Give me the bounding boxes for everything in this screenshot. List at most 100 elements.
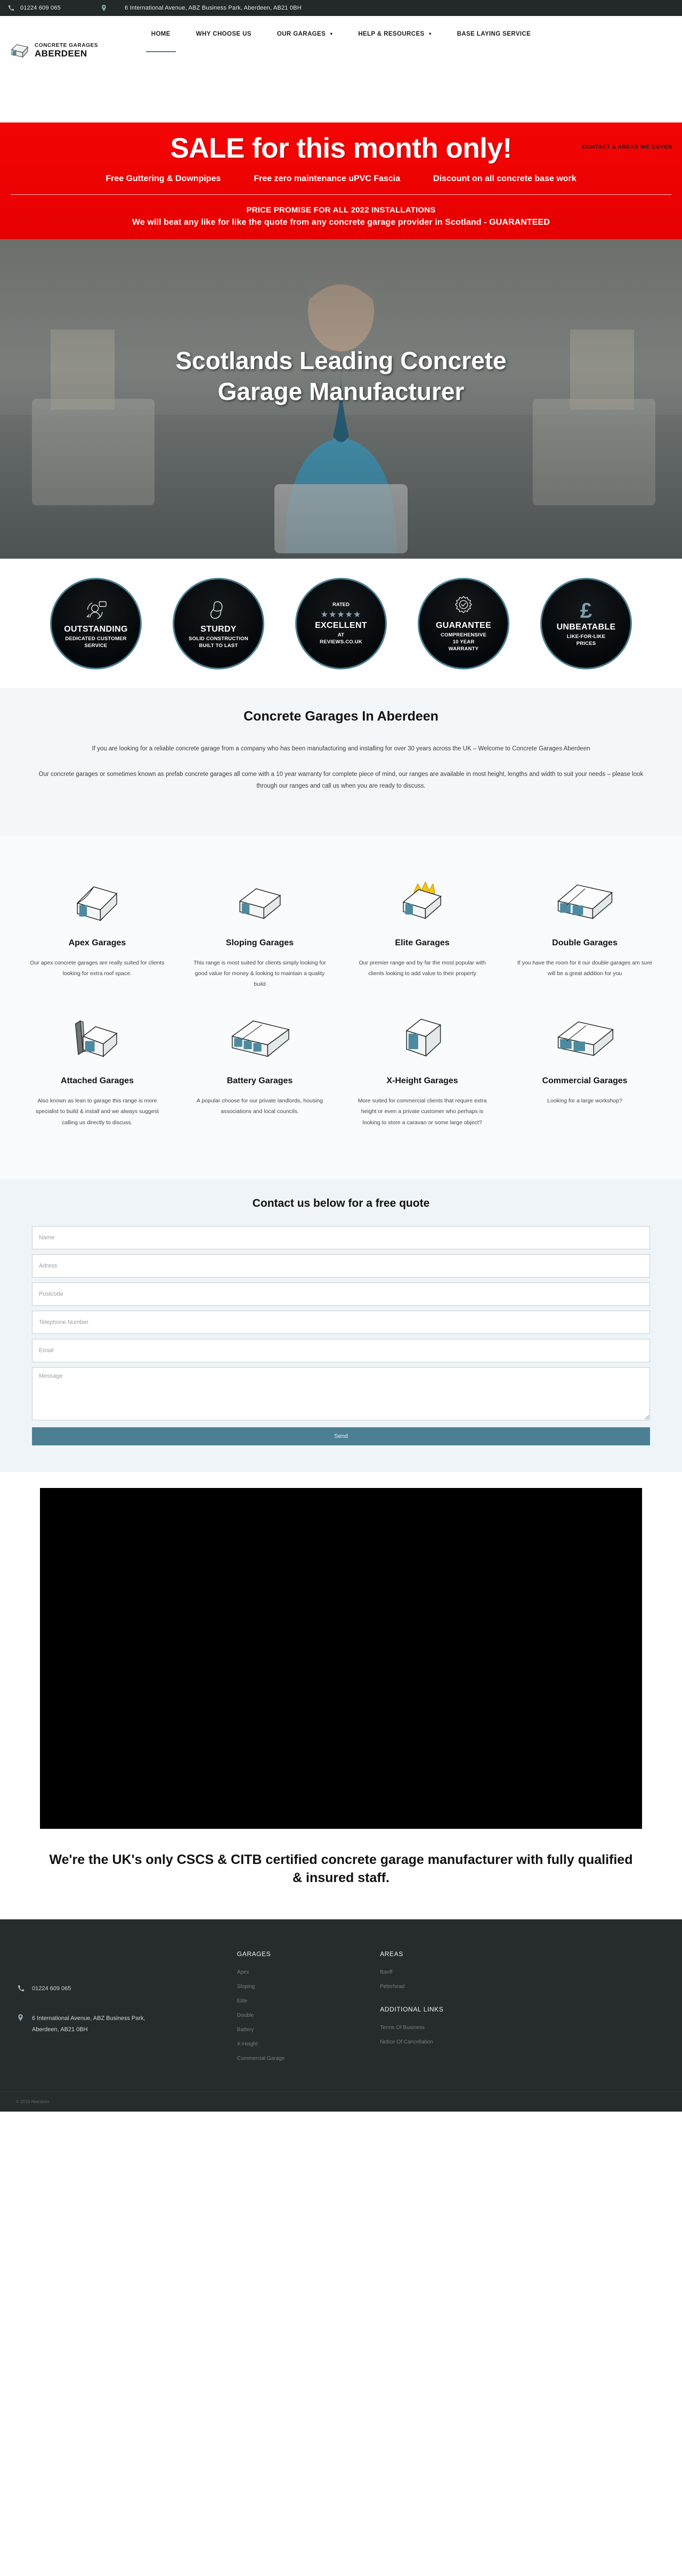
chevron-down-icon: ▾ (330, 31, 333, 37)
badge-sub-line: LIKE-FOR-LIKE (566, 633, 606, 640)
site-footer: 01224 609 065 6 International Avenue, AB… (0, 1919, 682, 2112)
telephone-field[interactable] (32, 1311, 650, 1335)
garage-title: X-Height Garages (386, 1076, 458, 1085)
garage-card-apex[interactable]: Apex Garages Our apex concrete garages a… (16, 873, 178, 1011)
footer-link-peterhead[interactable]: Peterhead (380, 1984, 523, 1990)
badge-sub-line: COMPREHENSIVE (440, 632, 486, 639)
badge-sub-line: REVIEWS.CO.UK (320, 639, 362, 645)
garage-description: A popular choose for our private landlor… (197, 1097, 323, 1115)
garage-card-attached[interactable]: Attached Garages Also known as lean to g… (16, 1011, 178, 1149)
badge-excellent: RATED ★★★★★ EXCELLENT AT REVIEWS.CO.UK (295, 578, 387, 669)
footer-link-double[interactable]: Double (237, 2013, 380, 2018)
nav-label: HOME (151, 31, 170, 37)
garage-card-xheight[interactable]: X-Height Garages More suited for commerc… (341, 1011, 504, 1149)
phone-icon (7, 5, 15, 11)
badge-title: STURDY (200, 624, 237, 634)
footer-link-elite[interactable]: Elite (237, 1998, 380, 2004)
badge-subtitle: SOLID CONSTRUCTION BUILT TO LAST (189, 636, 248, 650)
footer-link-banff[interactable]: Banff (380, 1969, 523, 1975)
main-navigation: HOME WHY CHOOSE US OUR GARAGES ▾ HELP & … (0, 16, 682, 52)
price-promise-title: PRICE PROMISE FOR ALL 2022 INSTALLATIONS (246, 206, 436, 215)
top-contact-bar: 01224 609 065 6 International Avenue, AB… (0, 0, 682, 16)
logo-line1: CONCRETE GARAGES (35, 43, 99, 48)
garage-ranges-grid: Apex Garages Our apex concrete garages a… (0, 836, 682, 1180)
video-section: We're the UK's only CSCS & CITB certifie… (0, 1472, 682, 1919)
nav-item-our-garages[interactable]: OUR GARAGES ▾ (276, 28, 334, 40)
footer-phone: 01224 609 065 (32, 1985, 71, 1992)
nav-label: WHY CHOOSE US (196, 31, 251, 37)
email-field[interactable] (32, 1339, 650, 1363)
footer-link-terms[interactable]: Terms Of Business (380, 2025, 523, 2031)
customer-service-icon (84, 598, 108, 623)
site-logo[interactable]: CONCRETE GARAGES ABERDEEN (10, 43, 98, 59)
badge-sub-line: AT (337, 632, 345, 638)
logo-line2: ABERDEEN (35, 48, 87, 59)
address-field[interactable] (32, 1254, 650, 1278)
hero-section: Scotlands Leading Concrete Garage Manufa… (0, 239, 682, 559)
garage-title: Elite Garages (395, 938, 450, 947)
garage-card-commercial[interactable]: Commercial Garages Looking for a large w… (504, 1011, 666, 1149)
xheight-garage-icon (353, 1011, 492, 1065)
badge-subtitle: DEDICATED CUSTOMER SERVICE (65, 636, 126, 650)
badge-sub-line: BUILT TO LAST (199, 642, 238, 649)
map-pin-icon (100, 5, 108, 11)
nav-label: BASE LAYING SERVICE (457, 31, 531, 37)
footer-areas-title: AREAS (380, 1950, 403, 1958)
footer-link-commercial[interactable]: Commercial Garage (237, 2056, 380, 2062)
topbar-phone[interactable]: 01224 609 065 (20, 5, 61, 11)
nav-item-base-laying-service[interactable]: BASE LAYING SERVICE (456, 28, 532, 40)
garage-card-battery[interactable]: Battery Garages A popular choose for our… (178, 1011, 341, 1149)
pound-icon: £ (580, 599, 592, 623)
hero-heading-line2: Garage Manufacturer (217, 377, 465, 405)
chevron-down-icon: ▾ (429, 31, 432, 37)
elite-garage-icon (353, 873, 492, 927)
attached-garage-icon (28, 1011, 167, 1065)
badge-sub-line: 10 YEAR (452, 639, 475, 645)
garage-card-elite[interactable]: Elite Garages Our premier range and by f… (341, 873, 504, 1011)
footer-additional-title: ADDITIONAL LINKS (380, 2005, 444, 2013)
footer-phone-row[interactable]: 01224 609 065 (18, 1983, 237, 1995)
footer-contact-column: 01224 609 065 6 International Avenue, AB… (16, 1950, 237, 2070)
send-button[interactable]: Send (32, 1427, 650, 1446)
nav-item-contact-areas[interactable]: CONTACT & AREAS WE COVER (582, 144, 672, 150)
badge-guarantee: GUARANTEE COMPREHENSIVE 10 YEAR WARRANTY (418, 578, 509, 669)
badge-sub-line: DEDICATED CUSTOMER (65, 635, 127, 642)
copyright-text: © 2019 Aberdeen (0, 2091, 682, 2112)
badge-title: EXCELLENT (315, 620, 367, 630)
nav-item-help-resources[interactable]: HELP & RESOURCES ▾ (357, 28, 432, 40)
garage-title: Attached Garages (61, 1076, 134, 1085)
badge-title: OUTSTANDING (64, 624, 128, 634)
garage-card-sloping[interactable]: Sloping Garages This range is most suite… (178, 873, 341, 1011)
cscs-citb-heading: We're the UK's only CSCS & CITB certifie… (49, 1852, 633, 1886)
sale-divider (11, 194, 671, 195)
nav-label: HELP & RESOURCES (358, 31, 425, 37)
name-field[interactable] (32, 1226, 650, 1250)
garage-title: Apex Garages (68, 938, 126, 947)
page-title: Concrete Garages In Aberdeen (243, 709, 439, 724)
guarantee-seal-icon (452, 594, 475, 619)
footer-link-sloping[interactable]: Sloping (237, 1984, 380, 1990)
footer-link-apex[interactable]: Apex (237, 1969, 380, 1975)
nav-label: OUR GARAGES (277, 31, 326, 37)
footer-link-xheight[interactable]: X-Height (237, 2041, 380, 2047)
garage-card-double[interactable]: Double Garages If you have the room for … (504, 873, 666, 1011)
video-player[interactable] (40, 1488, 642, 1829)
hero-heading: Scotlands Leading Concrete Garage Manufa… (0, 346, 682, 407)
stars-icon: ★★★★★ (320, 610, 362, 619)
garage-description: Also known as lean to garage this range … (35, 1097, 159, 1126)
topbar-address: 6 International Avenue, ABZ Business Par… (125, 5, 302, 11)
footer-link-cancellation[interactable]: Notice Of Cancellation (380, 2039, 523, 2045)
garage-logo-icon (10, 43, 30, 59)
muscle-arm-icon (208, 598, 229, 623)
nav-item-why-choose-us[interactable]: WHY CHOOSE US (195, 28, 253, 40)
postcode-field[interactable] (32, 1282, 650, 1306)
garage-title: Battery Garages (226, 1076, 293, 1085)
nav-item-home[interactable]: HOME (145, 28, 176, 52)
footer-address: 6 International Avenue, ABZ Business Par… (32, 2013, 145, 2035)
message-field[interactable] (32, 1367, 650, 1421)
phone-icon (18, 1983, 25, 1995)
footer-grid: 01224 609 065 6 International Avenue, AB… (0, 1950, 682, 2070)
garage-title: Double Garages (552, 938, 618, 947)
intro-section: Concrete Garages In Aberdeen If you are … (0, 688, 682, 836)
footer-link-battery[interactable]: Battery (237, 2027, 380, 2033)
